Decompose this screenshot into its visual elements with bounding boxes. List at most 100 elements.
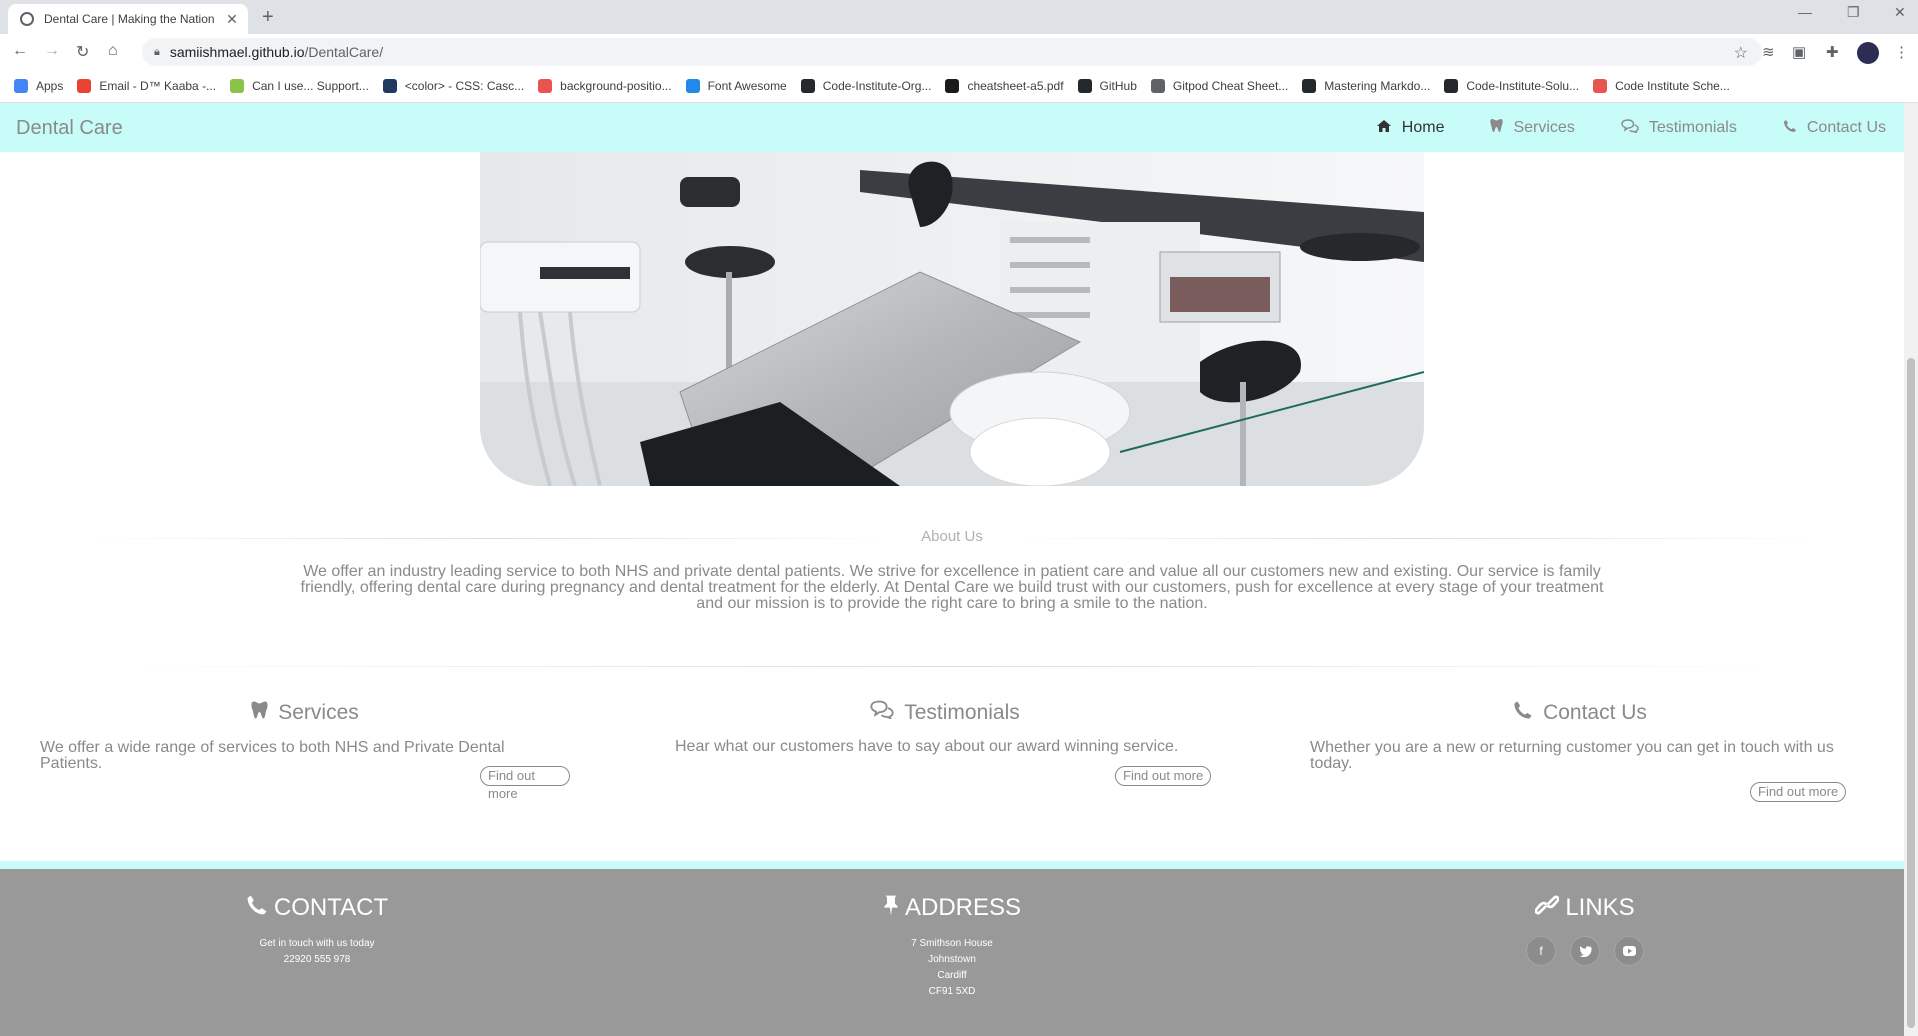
brand-logo[interactable]: Dental Care [16,117,123,140]
footer-address-lines: 7 Smithson House Johnstown Cardiff CF91 … [752,936,1152,1000]
bookmark-favicon-icon [1593,79,1608,93]
about-divider-left [80,538,900,539]
bookmark-item[interactable]: Gitpod Cheat Sheet... [1150,79,1289,93]
browser-tab[interactable]: Dental Care | Making the Nation ✕ [8,4,248,34]
section-divider [110,666,1794,667]
bookmark-label: Code Institute Sche... [1615,79,1730,93]
bookmark-label: cheatsheet-a5.pdf [967,79,1064,93]
bookmark-label: GitHub [1099,79,1137,93]
window-close-icon[interactable]: ✕ [1894,4,1906,21]
extension-badge-icon[interactable]: ▣ [1792,43,1806,61]
lock-icon: 🔒︎ [154,45,160,58]
bookmark-label: Gitpod Cheat Sheet... [1172,79,1289,93]
home-icon[interactable]: ⌂ [108,42,118,60]
footer-contact-lines: Get in touch with us today 22920 555 978 [117,936,517,968]
bookmark-favicon-icon [685,79,700,93]
menu-kebab-icon[interactable]: ⋮ [1894,43,1909,61]
bookmark-item[interactable]: Code-Institute-Org... [800,79,931,93]
nav-link-contact[interactable]: Contact Us [1783,118,1886,137]
nav-link-home[interactable]: Home [1376,118,1444,137]
bookmark-item[interactable]: cheatsheet-a5.pdf [945,79,1064,93]
footer-links: LINKS f [1385,894,1785,966]
testimonials-card-text: Hear what our customers have to say abou… [675,738,1179,755]
bookmark-star-icon[interactable]: ☆ [1734,43,1748,63]
site-navbar: Dental Care Home Services Testimonials C… [0,103,1904,152]
testimonials-card: Testimonials Hear what our customers hav… [675,700,1215,786]
home-icon [1376,119,1392,137]
page-viewport: Dental Care Home Services Testimonials C… [0,103,1904,1036]
forward-icon[interactable]: → [44,42,60,60]
contact-find-out-more-button[interactable]: Find out more [1750,782,1847,802]
tab-title: Dental Care | Making the Nation [44,12,215,26]
footer-contact-title: CONTACT [117,894,517,922]
nav-link-services[interactable]: Services [1490,118,1575,137]
new-tab-button[interactable]: + [262,6,274,29]
contact-card: Contact Us Whether you are a new or retu… [1310,700,1850,802]
about-title: About Us [900,528,1004,545]
testimonials-find-out-more-button[interactable]: Find out more [1115,766,1212,786]
footer-line: CF91 5XD [928,986,976,997]
footer-contact: CONTACT Get in touch with us today 22920… [117,894,517,968]
address-bar[interactable]: 🔒︎ samiishmael.github.io/DentalCare/ ☆ [142,38,1762,66]
bookmark-item[interactable]: Apps [14,79,63,93]
bookmark-item[interactable]: Code Institute Sche... [1593,79,1730,93]
bookmark-favicon-icon [382,79,397,93]
bookmark-item[interactable]: Email - D™ Kaaba -... [77,79,216,93]
bookmark-item[interactable]: Mastering Markdo... [1302,79,1430,93]
extension-layers-icon[interactable]: ≋ [1762,43,1775,61]
nav-link-label: Testimonials [1648,118,1737,136]
card-title-text: Services [278,701,359,724]
url-path: /DentalCare/ [304,44,384,60]
nav-links: Home Services Testimonials Contact Us [1330,118,1886,137]
phone-icon [1783,119,1797,137]
tab-close-icon[interactable]: ✕ [224,11,240,28]
bookmark-favicon-icon [1302,79,1317,93]
bookmark-item[interactable]: GitHub [1077,79,1137,93]
apps-grid-icon [14,79,28,93]
facebook-icon[interactable]: f [1526,936,1556,966]
footer-phone[interactable]: 22920 555 978 [117,952,517,968]
nav-link-testimonials[interactable]: Testimonials [1621,118,1737,137]
nav-link-label: Services [1513,118,1575,136]
footer-line: Get in touch with us today [259,938,375,949]
twitter-icon[interactable] [1570,936,1600,966]
bookmark-item[interactable]: <color> - CSS: Casc... [382,79,525,93]
youtube-icon[interactable] [1614,936,1644,966]
reload-icon[interactable]: ↻ [76,42,89,62]
card-title-text: Testimonials [904,700,1020,724]
testimonials-card-title: Testimonials [675,700,1215,725]
bookmark-label: background-positio... [560,79,672,93]
services-find-out-more-button[interactable]: Find out more [480,766,570,801]
bookmark-label: <color> - CSS: Casc... [404,79,525,93]
footer-address-title: ADDRESS [752,894,1152,922]
bookmark-item[interactable]: background-positio... [538,79,672,93]
extensions-puzzle-icon[interactable]: ✚ [1826,43,1839,61]
footer-accent-band [0,861,1904,869]
minimize-icon[interactable]: — [1798,4,1812,20]
footer-line: Johnstown [928,954,976,965]
page-scrollbar[interactable] [1904,103,1918,1036]
back-icon[interactable]: ← [12,42,28,60]
globe-icon [20,12,34,26]
about-text: We offer an industry leading service to … [300,563,1604,612]
comments-icon [870,700,894,725]
tooth-icon [1490,118,1504,137]
browser-toolbar: ← → ↻ ⌂ 🔒︎ samiishmael.github.io/DentalC… [0,34,1918,70]
bookmark-label: Font Awesome [707,79,787,93]
phone-icon [1513,700,1533,726]
profile-avatar[interactable] [1857,42,1879,64]
url-host: samiishmael.github.io [169,44,305,60]
bookmark-label: Can I use... Support... [252,79,369,93]
hero-image-dental-surgery [480,152,1424,486]
bookmark-label: Code-Institute-Solu... [1466,79,1580,93]
bookmark-label: Email - D™ Kaaba -... [99,79,217,93]
bookmark-item[interactable]: Font Awesome [685,79,787,93]
bookmark-item[interactable]: Can I use... Support... [230,79,369,93]
services-card-title: Services [40,700,570,726]
bookmark-item[interactable]: Code-Institute-Solu... [1444,79,1579,93]
restore-icon[interactable]: ❐ [1847,4,1860,21]
thumbtack-icon [883,894,899,922]
scrollbar-thumb[interactable] [1907,358,1915,1028]
browser-tab-bar: Dental Care | Making the Nation ✕ + — ❐ … [0,0,1918,34]
bookmark-label: Mastering Markdo... [1324,79,1431,93]
